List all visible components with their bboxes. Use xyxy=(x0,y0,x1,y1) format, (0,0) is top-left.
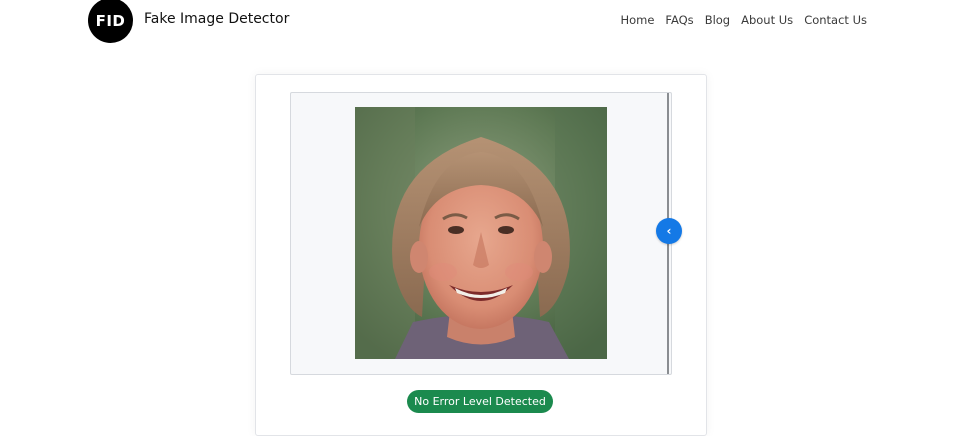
result-status-badge: No Error Level Detected xyxy=(407,390,553,413)
navbar: FID Fake Image Detector Home FAQs Blog A… xyxy=(0,0,960,44)
nav-blog[interactable]: Blog xyxy=(705,13,730,27)
nav-about-us[interactable]: About Us xyxy=(741,13,793,27)
nav-faqs[interactable]: FAQs xyxy=(665,13,693,27)
nav-home[interactable]: Home xyxy=(620,13,654,27)
logo[interactable]: FID xyxy=(88,0,133,43)
result-card: ‹ No Error Level Detected xyxy=(255,74,707,436)
brand-name[interactable]: Fake Image Detector xyxy=(144,11,289,27)
comparison-slider-handle[interactable]: ‹ xyxy=(656,218,682,244)
nav-links: Home FAQs Blog About Us Contact Us xyxy=(620,13,867,27)
chevron-left-icon: ‹ xyxy=(666,224,672,238)
nav-contact-us[interactable]: Contact Us xyxy=(804,13,867,27)
image-comparison-viewer[interactable] xyxy=(290,92,672,375)
uploaded-photo xyxy=(355,107,607,359)
